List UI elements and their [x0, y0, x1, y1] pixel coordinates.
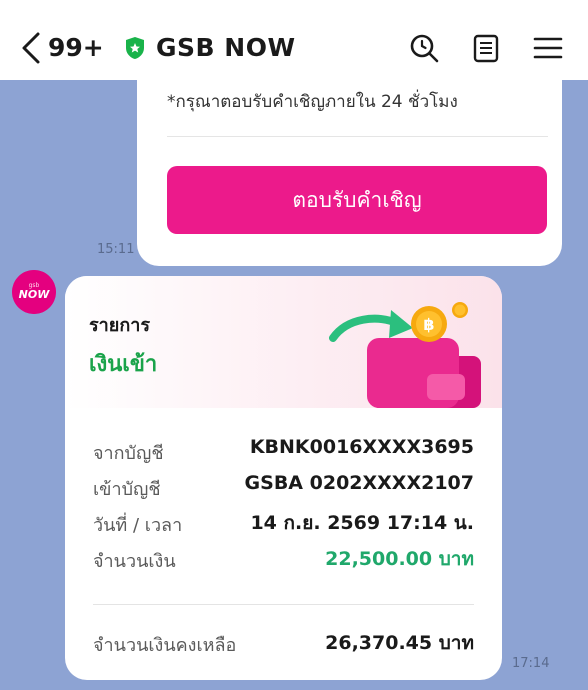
amount-value: 22,500.00 บาท [325, 548, 474, 570]
notes-icon[interactable] [470, 32, 502, 64]
menu-icon[interactable] [532, 32, 564, 64]
invitation-message-card: *กรุณาตอบรับคำเชิญภายใน 24 ชั่วโมง ตอบรั… [137, 70, 562, 266]
accept-invitation-button[interactable]: ตอบรับคำเชิญ [167, 166, 547, 234]
message-timestamp: 17:14 [512, 656, 550, 671]
datetime-row: วันที่ / เวลา 14 ก.ย. 2569 17:14 น. [93, 508, 474, 538]
message-timestamp: 15:11 [97, 242, 135, 257]
balance-label: จำนวนเงินคงเหลือ [93, 635, 237, 656]
chat-header: 99+ GSB NOW [0, 0, 588, 80]
transaction-type: เงินเข้า [89, 352, 158, 377]
chat-title: GSB NOW [156, 33, 296, 62]
gsb-now-logo-icon: gsb NOW [12, 270, 56, 314]
from-account-row: จากบัญชี KBNK0016XXXX3695 [93, 436, 474, 466]
back-chevron-icon[interactable] [18, 30, 44, 66]
amount-row: จำนวนเงิน 22,500.00 บาท [93, 544, 474, 574]
sender-avatar[interactable]: gsb NOW [12, 270, 56, 314]
wallet-coin-illustration-icon: ฿ [329, 302, 481, 408]
search-icon[interactable] [408, 32, 440, 64]
datetime-value: 14 ก.ย. 2569 17:14 น. [250, 512, 474, 534]
to-account-label: เข้าบัญชี [93, 479, 161, 500]
svg-text:฿: ฿ [423, 315, 434, 334]
transaction-card-header: รายการ เงินเข้า ฿ [65, 276, 502, 408]
transaction-heading: รายการ [89, 315, 150, 336]
to-account-value: GSBA 0202XXXX2107 [244, 472, 474, 494]
divider [93, 604, 474, 605]
avatar-text: NOW [19, 288, 51, 301]
from-account-value: KBNK0016XXXX3695 [249, 436, 474, 458]
balance-value: 26,370.45 บาท [325, 632, 474, 654]
from-account-label: จากบัญชี [93, 443, 164, 464]
balance-row: จำนวนเงินคงเหลือ 26,370.45 บาท [93, 628, 474, 658]
amount-label: จำนวนเงิน [93, 551, 176, 572]
verified-shield-icon [126, 37, 144, 59]
invitation-note: *กรุณาตอบรับคำเชิญภายใน 24 ชั่วโมง [167, 92, 458, 112]
divider [167, 136, 548, 137]
transaction-card: รายการ เงินเข้า ฿ จากบัญชี KBNK0016XXXX3… [65, 276, 502, 680]
to-account-row: เข้าบัญชี GSBA 0202XXXX2107 [93, 472, 474, 502]
unread-count[interactable]: 99+ [48, 33, 104, 62]
datetime-label: วันที่ / เวลา [93, 515, 183, 536]
